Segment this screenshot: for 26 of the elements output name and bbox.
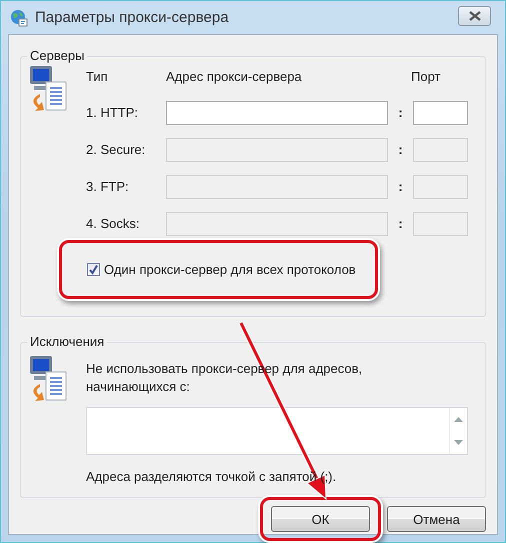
window-title: Параметры прокси-сервера <box>35 9 230 26</box>
column-header: Порт <box>411 69 442 84</box>
colon-separator: : <box>397 216 404 231</box>
column-header: Адрес прокси-сервера <box>166 69 303 84</box>
address-field[interactable] <box>166 100 388 124</box>
protocol-label: 3. FTP: <box>86 179 130 194</box>
colon-separator: : <box>397 179 404 194</box>
checkbox[interactable] <box>87 263 100 276</box>
exceptions-field[interactable] <box>86 407 468 455</box>
dialog-button[interactable]: ОК <box>271 506 370 532</box>
scroll-down-icon[interactable] <box>454 440 463 445</box>
colon-separator: : <box>397 142 404 157</box>
close-icon <box>468 10 480 20</box>
scroll-up-icon[interactable] <box>454 417 463 422</box>
dialog-button[interactable]: Отмена <box>387 506 486 532</box>
group-title: Серверы <box>27 48 88 64</box>
exceptions-note: Адреса разделяются точкой с запятой (;). <box>86 469 338 484</box>
column-header: Тип <box>86 69 109 84</box>
close-button[interactable] <box>458 6 491 26</box>
protocol-label: 2. Secure: <box>86 142 146 157</box>
protocol-label: 1. HTTP: <box>86 105 140 120</box>
globe-icon <box>10 8 28 26</box>
colon-separator: : <box>397 105 404 120</box>
port-field[interactable] <box>413 100 468 124</box>
protocol-label: 4. Socks: <box>86 216 140 231</box>
checkbox-label[interactable]: Один прокси-сервер для всех протоколов <box>104 262 356 277</box>
